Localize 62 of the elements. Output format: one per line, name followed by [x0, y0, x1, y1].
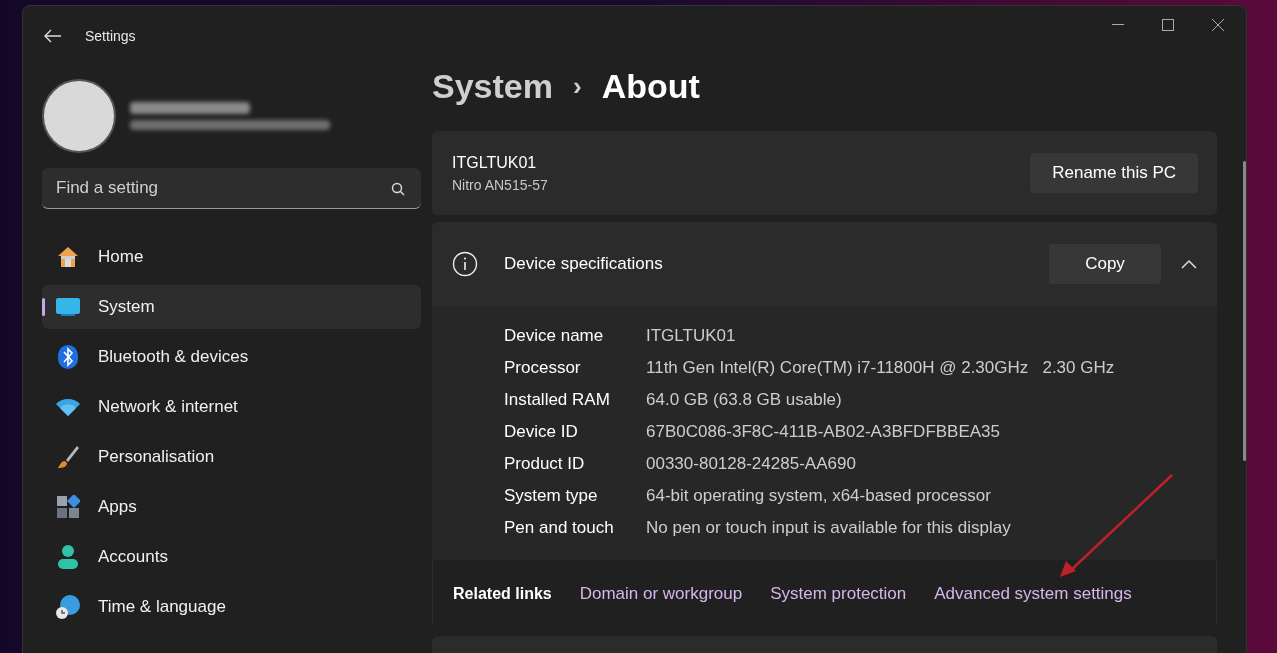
- sidebar-item-label: System: [98, 296, 155, 319]
- specs-title: Device specifications: [504, 253, 663, 276]
- info-icon: [452, 251, 478, 277]
- spec-label: Product ID: [504, 453, 586, 476]
- spec-value: ITGLTUK01: [646, 325, 736, 348]
- spec-label: Device name: [504, 325, 605, 348]
- spec-value: No pen or touch input is available for this display: [646, 517, 1011, 540]
- spec-value: 64.0 GB (63.8 GB usable): [646, 389, 842, 412]
- search-icon: [391, 182, 405, 196]
- sidebar-item-label: Accounts: [98, 546, 168, 569]
- sidebar-item-label: Bluetooth & devices: [98, 346, 249, 369]
- sidebar-item-label: Apps: [98, 496, 137, 519]
- breadcrumb-parent[interactable]: System: [432, 60, 553, 112]
- spec-label: Pen and touch: [504, 517, 615, 540]
- search-field[interactable]: Find a setting: [42, 168, 421, 209]
- sidebar-item[interactable]: System: [42, 285, 421, 329]
- person-icon: [57, 544, 79, 570]
- paintbrush-icon: [56, 444, 80, 470]
- close-icon[interactable]: [1212, 19, 1224, 31]
- related-links-title: Related links: [453, 584, 552, 604]
- copy-button[interactable]: Copy: [1049, 244, 1161, 284]
- related-link[interactable]: Advanced system settings: [934, 581, 1132, 607]
- minimize-icon[interactable]: [1112, 24, 1124, 26]
- globe-clock-icon: [55, 594, 81, 620]
- spec-value: 64-bit operating system, x64-based processor: [646, 485, 991, 508]
- page-title: About: [601, 65, 700, 107]
- breadcrumb-separator: ›: [572, 69, 582, 103]
- related-link[interactable]: System protection: [770, 581, 907, 607]
- pc-name: ITGLTUK01: [452, 152, 538, 173]
- apps-icon: [56, 495, 80, 519]
- spec-value: 11th Gen Intel(R) Core(TM) i7-11800H @ 2.30GHz 2.30 GHz: [646, 357, 1115, 380]
- maximize-icon[interactable]: [1162, 19, 1174, 31]
- back-arrow-icon: [44, 29, 62, 43]
- sidebar-item-label: Time & language: [98, 596, 226, 619]
- sidebar-item[interactable]: Accounts: [42, 535, 421, 579]
- bluetooth-icon: [57, 344, 79, 370]
- sidebar-item[interactable]: Home: [42, 235, 421, 279]
- pc-model: Nitro AN515-57: [452, 175, 548, 195]
- sidebar-item[interactable]: Network & internet: [42, 385, 421, 429]
- home-icon: [56, 245, 80, 269]
- spec-label: Installed RAM: [504, 389, 611, 412]
- sidebar-item[interactable]: Bluetooth & devices: [42, 335, 421, 379]
- window-title: Settings: [85, 26, 136, 46]
- spec-label: System type: [504, 485, 599, 508]
- wifi-icon: [55, 397, 81, 417]
- spec-value: 00330-80128-24285-AA690: [646, 453, 856, 476]
- sidebar-item-label: Network & internet: [98, 396, 238, 419]
- rename-pc-button[interactable]: Rename this PC: [1030, 153, 1198, 193]
- specs-header[interactable]: Device specifications Copy: [432, 222, 1217, 306]
- sidebar-item[interactable]: Apps: [42, 485, 421, 529]
- selection-indicator: [42, 298, 45, 316]
- scrollbar[interactable]: [1243, 161, 1246, 461]
- chevron-icon[interactable]: [1181, 259, 1197, 269]
- sidebar-item-label: Home: [98, 246, 144, 269]
- sidebar-item-label: Personalisation: [98, 446, 215, 469]
- sidebar-item[interactable]: Personalisation: [42, 435, 421, 479]
- spec-label: Device ID: [504, 421, 579, 444]
- sidebar-item[interactable]: Time & language: [42, 585, 421, 629]
- related-link[interactable]: Domain or workgroup: [579, 581, 743, 607]
- spec-label: Processor: [504, 357, 582, 380]
- monitor-icon: [55, 296, 81, 318]
- spec-value: 67B0C086-3F8C-411B-AB02-A3BFDFBBEA35: [646, 421, 1001, 444]
